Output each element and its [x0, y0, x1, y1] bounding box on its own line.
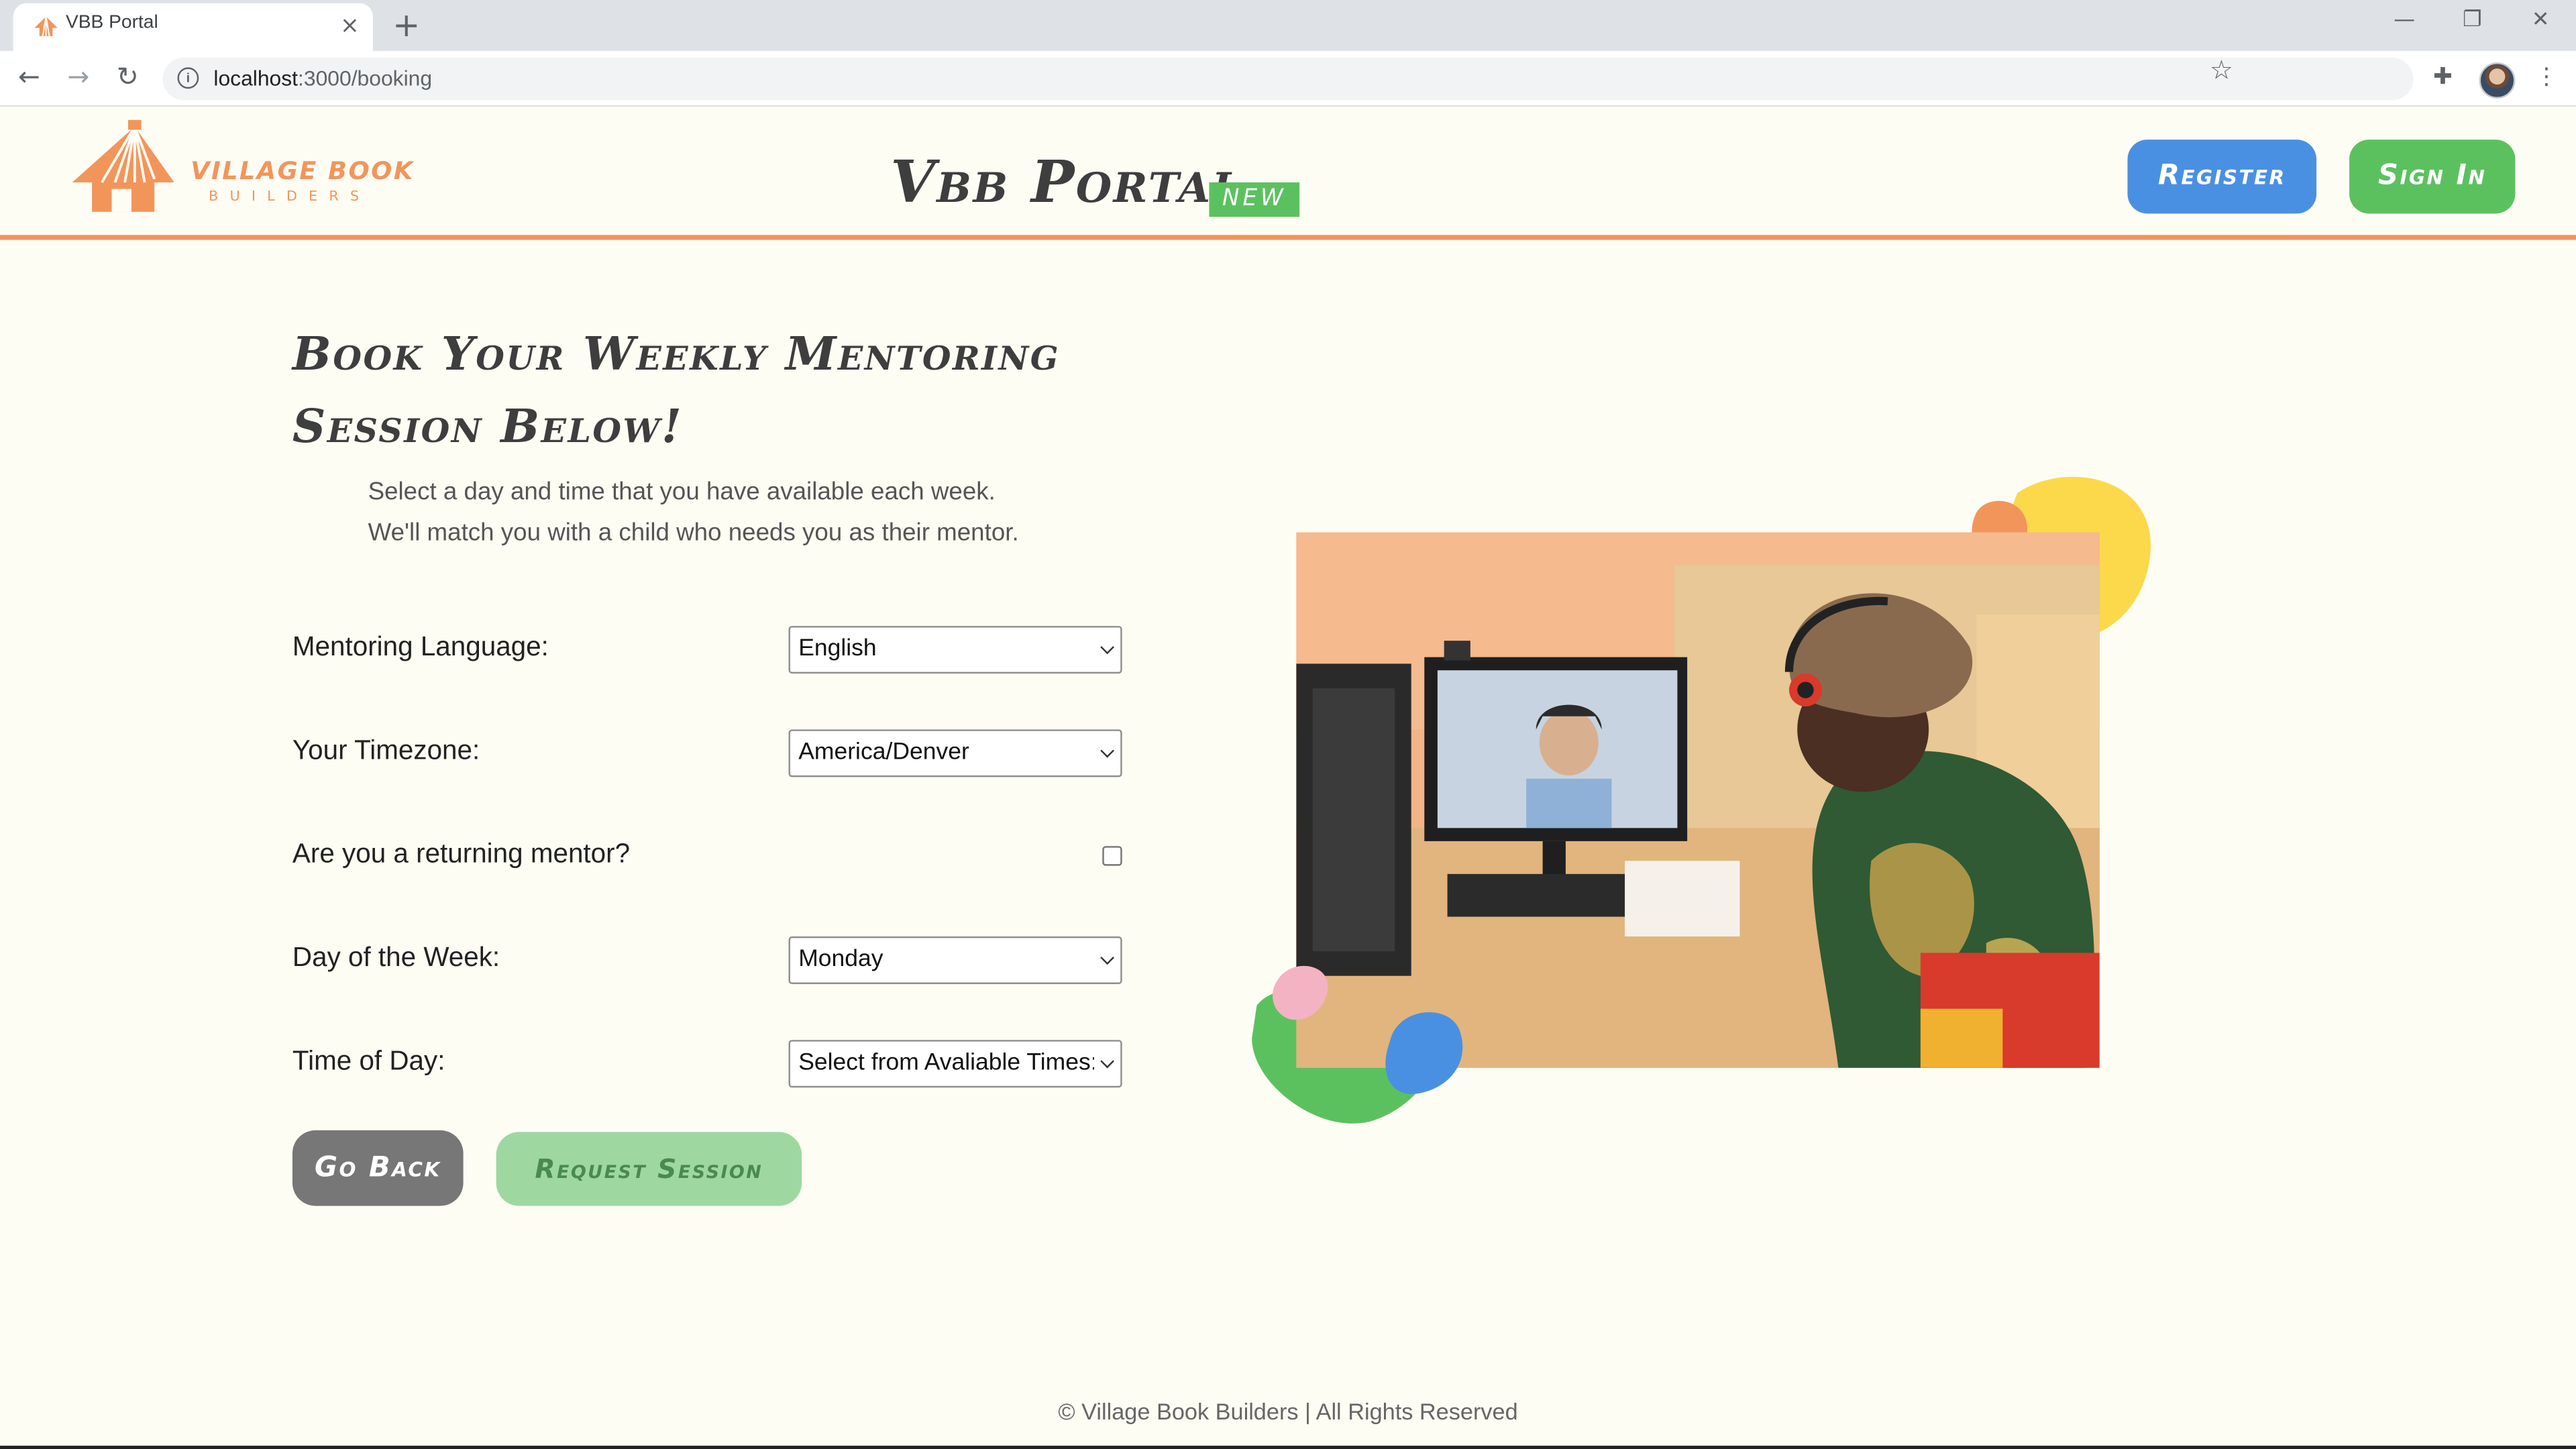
time-select[interactable]: Select from Avaliable Times: [788, 1040, 1122, 1088]
returning-mentor-label: Are you a returning mentor? [292, 839, 631, 869]
browser-toolbar: ← → ↻ i localhost:3000/booking ☆ ✚ ⋮ [0, 50, 2576, 107]
subtitle-line-1: Select a day and time that you have avai… [368, 478, 996, 506]
day-select[interactable]: Monday [788, 936, 1122, 984]
request-session-button[interactable]: Request Session [496, 1132, 802, 1206]
window-bottom-border [0, 1446, 2576, 1449]
url-host: localhost [213, 65, 299, 91]
minimize-icon[interactable]: — [2394, 7, 2415, 36]
chevron-down-icon [1100, 1054, 1115, 1069]
tab-close-icon[interactable]: × [340, 11, 360, 41]
logo-text-primary: VILLAGE BOOK [191, 156, 415, 186]
time-label: Time of Day: [292, 1046, 445, 1077]
language-select[interactable]: English [788, 626, 1122, 674]
star-icon[interactable]: ☆ [2210, 54, 2233, 86]
restore-icon[interactable]: ❐ [2463, 7, 2482, 36]
register-button[interactable]: Register [2127, 140, 2317, 214]
language-select-value: English [798, 635, 877, 662]
page-title: Book Your Weekly Mentoring Session Below… [292, 327, 1060, 453]
portal-title: Vbb Portal [890, 149, 1243, 217]
new-badge: NEW [1209, 182, 1300, 217]
village-hut-logo-icon[interactable] [69, 117, 178, 212]
subtitle-line-2: We'll match you with a child who needs y… [368, 519, 1019, 547]
chevron-down-icon [1100, 640, 1115, 655]
browser-tab-strip: VBB Portal × + — ❐ ✕ [0, 0, 2576, 51]
logo-text-secondary: BUILDERS [209, 189, 371, 206]
timezone-select-value: America/Denver [798, 739, 969, 766]
day-label: Day of the Week: [292, 943, 500, 973]
time-select-value: Select from Avaliable Times: [798, 1049, 1095, 1077]
mentoring-photo [1296, 532, 2100, 1068]
sign-in-button[interactable]: Sign In [2349, 140, 2516, 214]
page-subtitle: Select a day and time that you have avai… [368, 472, 1124, 553]
page: VBB Portal × + — ❐ ✕ ← → ↻ i localhost:3… [0, 0, 2576, 1449]
info-icon[interactable]: i [177, 67, 199, 89]
go-back-button[interactable]: Go Back [292, 1130, 464, 1206]
tab-title: VBB Portal [65, 13, 158, 33]
close-window-icon[interactable]: ✕ [2532, 7, 2550, 36]
timezone-label: Your Timezone: [292, 736, 480, 766]
arrow-right-icon[interactable]: → [67, 61, 89, 94]
day-select-value: Monday [798, 946, 883, 973]
address-bar[interactable]: i localhost:3000/booking [162, 57, 2414, 101]
url-text[interactable]: localhost:3000/booking [213, 66, 432, 91]
footer-copyright: © Village Book Builders | All Rights Res… [1058, 1398, 1518, 1425]
profile-avatar[interactable] [2479, 62, 2516, 99]
vbb-favicon-icon [34, 16, 58, 37]
site-header: VILLAGE BOOK BUILDERS Vbb Portal NEW Reg… [0, 107, 2576, 240]
arrow-left-icon[interactable]: ← [18, 61, 40, 94]
url-path: :3000/booking [298, 65, 433, 91]
chevron-down-icon [1100, 951, 1115, 965]
language-label: Mentoring Language: [292, 632, 549, 662]
browser-tab[interactable]: VBB Portal × [13, 3, 373, 51]
puzzle-icon[interactable]: ✚ [2433, 64, 2453, 91]
returning-mentor-checkbox[interactable] [1102, 846, 1122, 866]
reload-icon[interactable]: ↻ [117, 61, 139, 94]
chevron-down-icon [1100, 743, 1115, 758]
kebab-menu-icon[interactable]: ⋮ [2535, 62, 2558, 92]
new-tab-icon[interactable]: + [392, 7, 420, 43]
timezone-select[interactable]: America/Denver [788, 729, 1122, 777]
